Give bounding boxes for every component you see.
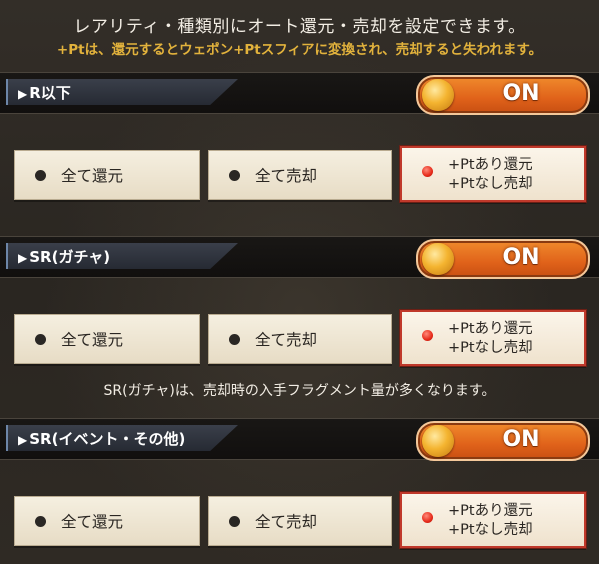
section-label: ▶ R以下 xyxy=(6,79,238,105)
option-label: 全て還元 xyxy=(61,513,124,531)
option-pt-reduce-else-sell[interactable]: +Ptあり還元 +Ptなし売却 xyxy=(400,492,586,548)
auto-toggle-sr-event[interactable]: ON xyxy=(416,421,590,461)
option-label-line2: +Ptなし売却 xyxy=(448,340,533,356)
radio-dot-icon xyxy=(229,170,240,181)
option-all-reduce[interactable]: 全て還元 xyxy=(14,150,200,200)
radio-selected-icon xyxy=(422,512,433,523)
option-all-reduce[interactable]: 全て還元 xyxy=(14,314,200,364)
option-all-sell[interactable]: 全て売却 xyxy=(208,496,392,546)
radio-dot-icon xyxy=(35,170,46,181)
toggle-label: ON xyxy=(502,427,540,452)
auto-toggle-r-or-lower[interactable]: ON xyxy=(416,75,590,115)
option-label-line1: +Ptあり還元 xyxy=(448,157,533,173)
sr-gacha-note: SR(ガチャ)は、売却時の入手フラグメント量が多くなります。 xyxy=(103,383,496,399)
option-pt-reduce-else-sell[interactable]: +Ptあり還元 +Ptなし売却 xyxy=(400,146,586,202)
option-label: 全て売却 xyxy=(255,513,318,531)
section-bar-sr-event: ▶ SR(イベント・その他) ON xyxy=(0,418,599,461)
radio-dot-icon xyxy=(229,516,240,527)
option-label-line1: +Ptあり還元 xyxy=(448,503,533,519)
option-label: 全て売却 xyxy=(255,331,318,349)
option-label: 全て還元 xyxy=(61,331,124,349)
option-label: 全て売却 xyxy=(255,167,318,185)
section-bar-r-or-lower: ▶ R以下 ON xyxy=(0,72,599,115)
radio-selected-icon xyxy=(422,330,433,341)
section-label: ▶ SR(ガチャ) xyxy=(6,243,238,269)
option-all-sell[interactable]: 全て売却 xyxy=(208,150,392,200)
option-label-line2: +Ptなし売却 xyxy=(448,522,533,538)
option-pt-reduce-else-sell[interactable]: +Ptあり還元 +Ptなし売却 xyxy=(400,310,586,366)
radio-dot-icon xyxy=(35,334,46,345)
section-title: SR(イベント・その他) xyxy=(29,430,186,448)
play-arrow-icon: ▶ xyxy=(18,433,28,447)
section-title: SR(ガチャ) xyxy=(29,248,111,266)
settings-header: レアリティ・種類別にオート還元・売却を設定できます。 +Ptは、還元するとウェポ… xyxy=(0,0,599,64)
play-arrow-icon: ▶ xyxy=(18,251,28,265)
section-label: ▶ SR(イベント・その他) xyxy=(6,425,238,451)
toggle-knob-icon xyxy=(422,79,454,111)
option-all-sell[interactable]: 全て売却 xyxy=(208,314,392,364)
radio-selected-icon xyxy=(422,166,433,177)
radio-dot-icon xyxy=(229,334,240,345)
toggle-knob-icon xyxy=(422,243,454,275)
header-description: レアリティ・種類別にオート還元・売却を設定できます。 xyxy=(73,17,526,37)
section-bar-sr-gacha: ▶ SR(ガチャ) ON xyxy=(0,236,599,279)
auto-toggle-sr-gacha[interactable]: ON xyxy=(416,239,590,279)
toggle-label: ON xyxy=(502,245,540,270)
header-pt-note: +Ptは、還元するとウェポン+Ptスフィアに変換され、売却すると失われます。 xyxy=(56,42,543,58)
option-label-line1: +Ptあり還元 xyxy=(448,321,533,337)
option-label-line2: +Ptなし売却 xyxy=(448,176,533,192)
section-title: R以下 xyxy=(29,84,71,102)
toggle-label: ON xyxy=(502,81,540,106)
toggle-knob-icon xyxy=(422,425,454,457)
option-all-reduce[interactable]: 全て還元 xyxy=(14,496,200,546)
play-arrow-icon: ▶ xyxy=(18,87,28,101)
radio-dot-icon xyxy=(35,516,46,527)
option-label: 全て還元 xyxy=(61,167,124,185)
